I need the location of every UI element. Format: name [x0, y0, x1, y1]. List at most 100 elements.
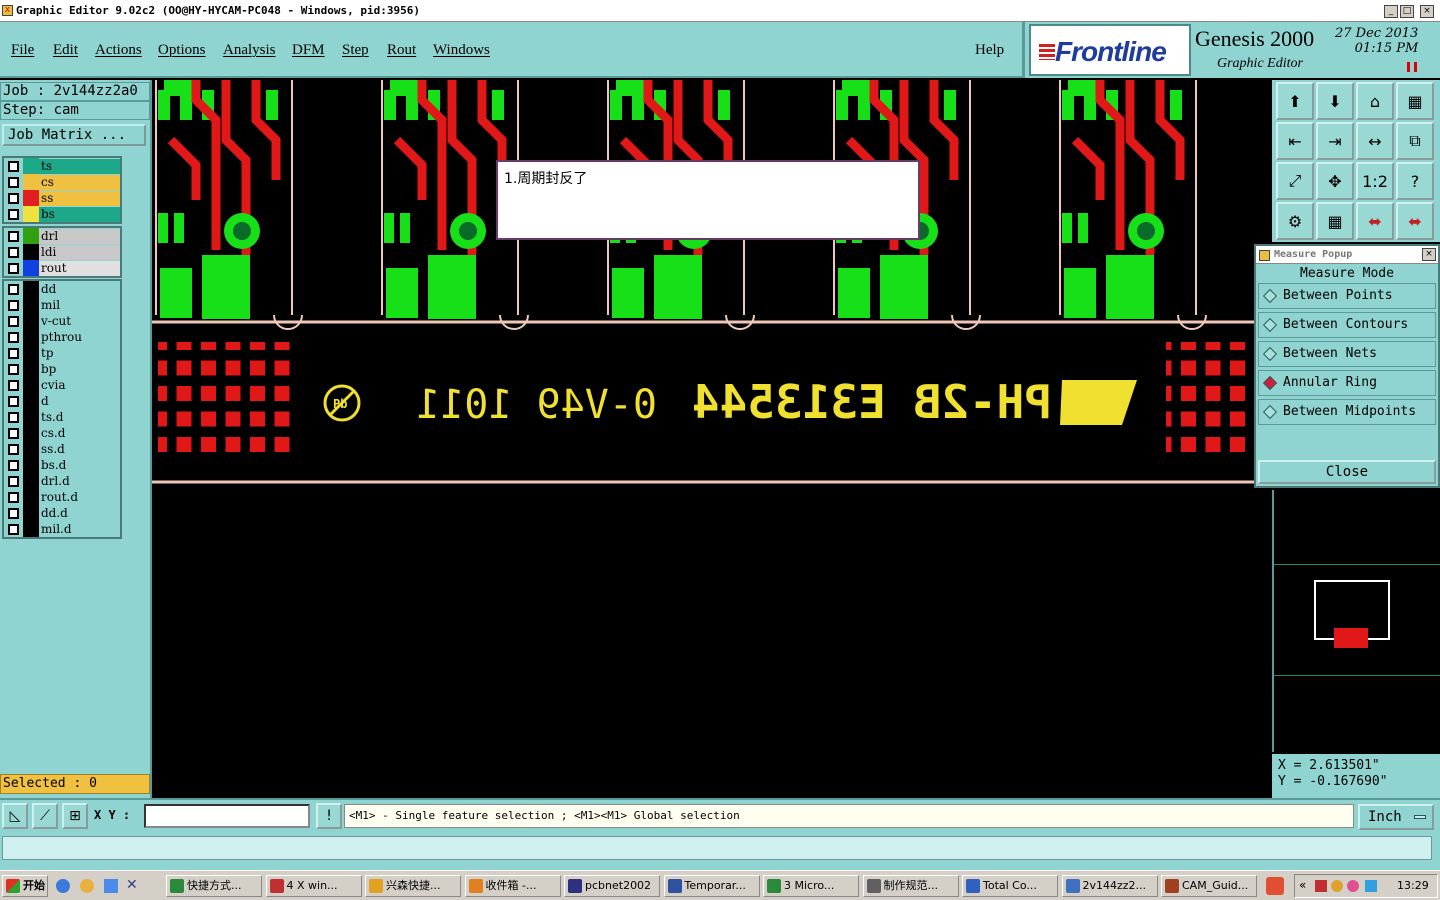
layer-row[interactable]: pthrou [4, 329, 120, 345]
option-between-points[interactable]: Between Points [1258, 283, 1436, 309]
taskbar-task[interactable]: Total Co... [962, 875, 1058, 897]
ie-icon[interactable] [56, 879, 70, 893]
menu-help[interactable]: Help [975, 42, 1004, 59]
view-tool-icon[interactable]: ⇥ [1316, 122, 1354, 160]
view-tool-icon[interactable]: ⧉ [1396, 122, 1434, 160]
layer-row[interactable]: ts [4, 158, 120, 174]
layer-row[interactable]: ss [4, 190, 120, 206]
layer-row[interactable]: ss.d [4, 441, 120, 457]
layer-checkbox[interactable] [8, 299, 19, 311]
layer-checkbox[interactable] [8, 192, 19, 204]
view-tool-icon[interactable]: ▦ [1316, 202, 1354, 240]
layer-checkbox[interactable] [8, 283, 19, 295]
overview-map[interactable] [1272, 490, 1440, 752]
layer-checkbox[interactable] [8, 427, 19, 439]
layer-row[interactable]: cs.d [4, 425, 120, 441]
menu-dfm[interactable]: DFM [292, 42, 325, 59]
view-tool-icon[interactable]: ⬆ [1276, 82, 1314, 120]
layer-checkbox[interactable] [8, 262, 19, 274]
tray-app-icon[interactable] [1266, 877, 1284, 895]
menu-windows[interactable]: Windows [433, 42, 490, 59]
layer-row[interactable]: d [4, 393, 120, 409]
view-tool-icon[interactable]: ⌂ [1356, 82, 1394, 120]
view-tool-icon[interactable]: ✥ [1316, 162, 1354, 200]
menu-rout[interactable]: Rout [387, 42, 416, 59]
layer-checkbox[interactable] [8, 475, 19, 487]
pause-icon[interactable] [1407, 62, 1417, 72]
layer-row[interactable]: bs [4, 206, 120, 222]
layer-checkbox[interactable] [8, 395, 19, 407]
layer-row[interactable]: drl [4, 228, 120, 244]
menu-options[interactable]: Options [158, 42, 206, 59]
taskbar-task[interactable]: pcbnet2002 [564, 875, 660, 897]
layer-checkbox[interactable] [8, 315, 19, 327]
layer-checkbox[interactable] [8, 411, 19, 423]
minimize-button[interactable]: _ [1384, 5, 1398, 18]
taskbar-task[interactable]: 收件箱 -... [464, 875, 561, 897]
view-tool-icon[interactable]: ⇤ [1276, 122, 1314, 160]
layer-row[interactable]: drl.d [4, 473, 120, 489]
app-icon[interactable]: x [2, 5, 13, 16]
layer-checkbox[interactable] [8, 246, 19, 258]
option-between-nets[interactable]: Between Nets [1258, 341, 1436, 367]
layer-row[interactable]: cs [4, 174, 120, 190]
layer-row[interactable]: dd [4, 281, 120, 297]
view-tool-icon[interactable]: ? [1396, 162, 1434, 200]
menu-step[interactable]: Step [342, 42, 369, 59]
alert-icon[interactable]: ! [316, 803, 342, 829]
layer-row[interactable]: bp [4, 361, 120, 377]
taskbar-task[interactable]: 4 X win... [265, 875, 362, 897]
view-tool-icon[interactable]: ↔ [1356, 122, 1394, 160]
tray-icon[interactable] [1347, 880, 1359, 892]
layer-row[interactable]: dd.d [4, 505, 120, 521]
taskbar-task[interactable]: 制作规范... [862, 875, 959, 897]
option-between-midpoints[interactable]: Between Midpoints [1258, 399, 1436, 425]
snap-icon[interactable]: ◺ [2, 803, 28, 829]
start-button[interactable]: 开始 [2, 875, 48, 897]
view-tool-icon[interactable]: ⚙ [1276, 202, 1314, 240]
layer-checkbox[interactable] [8, 160, 19, 172]
maximize-button[interactable]: □ [1400, 5, 1414, 18]
layer-checkbox[interactable] [8, 208, 19, 220]
tray-icon[interactable] [1331, 880, 1343, 892]
menu-analysis[interactable]: Analysis [223, 42, 276, 59]
layer-row[interactable]: rout [4, 260, 120, 276]
layer-checkbox[interactable] [8, 443, 19, 455]
layer-row[interactable]: mil [4, 297, 120, 313]
grid-icon[interactable]: ⊞ [62, 803, 88, 829]
layer-checkbox[interactable] [8, 523, 19, 535]
layer-row[interactable]: tp [4, 345, 120, 361]
layer-row[interactable]: mil.d [4, 521, 120, 537]
view-tool-icon[interactable]: ⤢ [1276, 162, 1314, 200]
unit-select[interactable]: Inch [1358, 804, 1434, 830]
taskbar-task[interactable]: 快捷方式... [166, 875, 262, 897]
quicklaunch-icon[interactable] [104, 879, 118, 893]
layer-checkbox[interactable] [8, 230, 19, 242]
tray-icon[interactable] [1365, 880, 1377, 892]
view-tool-icon[interactable]: 1:2 [1356, 162, 1394, 200]
layer-row[interactable]: cvia [4, 377, 120, 393]
measure-close-button[interactable]: Close [1258, 460, 1436, 484]
layer-checkbox[interactable] [8, 379, 19, 391]
layer-row[interactable]: v-cut [4, 313, 120, 329]
close-window-button[interactable]: × [1420, 5, 1434, 18]
layer-row[interactable]: rout.d [4, 489, 120, 505]
layer-checkbox[interactable] [8, 176, 19, 188]
job-matrix-button[interactable]: Job Matrix ... [2, 124, 146, 146]
comment-note[interactable]: 1.周期封反了 [496, 160, 920, 240]
menu-actions[interactable]: Actions [95, 42, 142, 59]
layer-checkbox[interactable] [8, 347, 19, 359]
taskbar-task[interactable]: 兴森快捷... [365, 875, 461, 897]
view-tool-icon[interactable]: ▦ [1396, 82, 1434, 120]
layer-row[interactable]: ts.d [4, 409, 120, 425]
view-tool-icon[interactable]: ⬇ [1316, 82, 1354, 120]
taskbar-task[interactable]: 2v144zz2... [1061, 875, 1158, 897]
layer-checkbox[interactable] [8, 331, 19, 343]
layer-checkbox[interactable] [8, 363, 19, 375]
layer-row[interactable]: ldi [4, 244, 120, 260]
measure-close-icon[interactable]: × [1422, 248, 1436, 261]
taskbar-task[interactable]: CAM_Guid... [1161, 875, 1257, 897]
layer-checkbox[interactable] [8, 507, 19, 519]
layer-row[interactable]: bs.d [4, 457, 120, 473]
measure-tool-icon[interactable]: ⟋ [32, 803, 58, 829]
